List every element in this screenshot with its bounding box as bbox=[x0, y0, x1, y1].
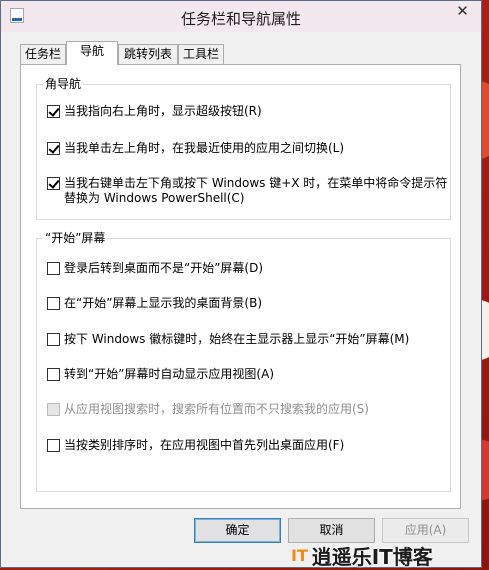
start-screen-group: “开始”屏幕 登录后转到桌面而不是“开始”屏幕(D) 在“开始”屏幕上显示我的桌… bbox=[36, 229, 451, 492]
tab-jump-lists[interactable]: 跳转列表 bbox=[118, 44, 178, 64]
group-title-start-screen: “开始”屏幕 bbox=[43, 229, 108, 246]
tab-taskbar[interactable]: 任务栏 bbox=[20, 44, 66, 64]
watermark-logo-icon: IT bbox=[291, 546, 308, 565]
checkbox-switch-apps[interactable] bbox=[47, 142, 60, 155]
option-label: 当我指向右上角时，显示超级按钮(R) bbox=[64, 104, 262, 118]
option-label: 当我单击左上角时，在我最近使用的应用之间切换(L) bbox=[64, 141, 345, 155]
checkbox-apps-view[interactable] bbox=[47, 368, 60, 381]
checkbox-powershell[interactable] bbox=[47, 177, 60, 190]
watermark-text: 逍遥乐IT博客 bbox=[311, 545, 433, 569]
checkbox-boot-to-desktop[interactable] bbox=[47, 262, 60, 275]
dialog-client: 任务栏 导航 跳转列表 工具栏 角导航 当我指向右上角时，显示超级按钮(R) 当… bbox=[1, 32, 481, 567]
checkbox-search-everywhere bbox=[47, 403, 60, 416]
option-label: 从应用视图搜索时，搜索所有位置而不只搜索我的应用(S) bbox=[64, 402, 369, 416]
group-title-corner-navigation: 角导航 bbox=[43, 75, 84, 92]
corner-navigation-group: 角导航 当我指向右上角时，显示超级按钮(R) 当我单击左上角时，在我最近使用的应… bbox=[36, 75, 451, 220]
tab-toolbars[interactable]: 工具栏 bbox=[178, 44, 224, 64]
properties-dialog: 任务栏和导航属性 ✕ 任务栏 导航 跳转列表 工具栏 角导航 当我指向右上角时，… bbox=[0, 0, 482, 568]
watermark: IT 逍遥乐IT博客 bbox=[291, 541, 433, 569]
close-icon[interactable]: ✕ bbox=[446, 2, 479, 21]
window-title: 任务栏和导航属性 bbox=[180, 10, 301, 28]
navigation-panel: 角导航 当我指向右上角时，显示超级按钮(R) 当我单击左上角时，在我最近使用的应… bbox=[20, 64, 461, 509]
title-bar[interactable]: 任务栏和导航属性 ✕ bbox=[1, 1, 481, 32]
cancel-button[interactable]: 取消 bbox=[288, 518, 375, 543]
option-label: 当我右键单击左下角或按下 Windows 键+X 时，在菜单中将命令提示符替换为… bbox=[64, 176, 448, 205]
option-label: 按下 Windows 徽标键时，始终在主显示器上显示“开始”屏幕(M) bbox=[64, 332, 410, 346]
checkbox-desktop-apps-first[interactable] bbox=[47, 439, 60, 452]
option-label: 转到“开始”屏幕时自动显示应用视图(A) bbox=[64, 367, 275, 381]
checkbox-show-charms[interactable] bbox=[47, 105, 60, 118]
option-label: 登录后转到桌面而不是“开始”屏幕(D) bbox=[64, 261, 264, 275]
tab-navigation[interactable]: 导航 bbox=[66, 41, 118, 65]
checkbox-main-display[interactable] bbox=[47, 333, 60, 346]
apply-button: 应用(A) bbox=[382, 518, 469, 543]
ok-button[interactable]: 确定 bbox=[194, 518, 281, 543]
option-label: 当按类别排序时，在应用视图中首先列出桌面应用(F) bbox=[64, 438, 345, 452]
checkbox-desktop-background[interactable] bbox=[47, 297, 60, 310]
option-label: 在“开始”屏幕上显示我的桌面背景(B) bbox=[64, 296, 263, 310]
